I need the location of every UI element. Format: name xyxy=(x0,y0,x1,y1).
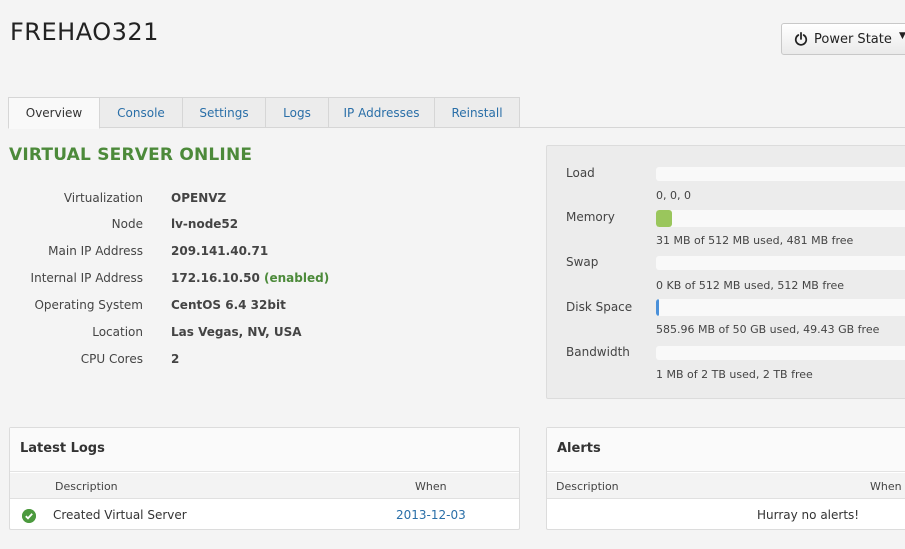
power-state-button[interactable]: Power State ▼ xyxy=(781,23,905,55)
info-row-node: Node lv-node52 xyxy=(0,217,520,237)
disk-text: 585.96 MB of 50 GB used, 49.43 GB free xyxy=(656,323,880,336)
swap-text: 0 KB of 512 MB used, 512 MB free xyxy=(656,279,845,292)
info-value: 172.16.10.50 (enabled) xyxy=(171,271,329,285)
resource-label-load: Load xyxy=(566,166,595,180)
alerts-title: Alerts xyxy=(547,428,905,472)
table-row: Created Virtual Server 2013-12-03 xyxy=(10,500,519,530)
info-label: Virtualization xyxy=(63,191,143,205)
info-label: Node xyxy=(111,217,143,231)
alerts-table-header: Description When xyxy=(547,473,905,499)
info-row-virtualization: Virtualization OPENVZ xyxy=(0,191,520,211)
info-value: Las Vegas, NV, USA xyxy=(171,325,302,339)
tab-settings[interactable]: Settings xyxy=(183,97,266,128)
power-icon xyxy=(794,32,808,46)
power-state-label: Power State xyxy=(814,31,892,47)
internal-ip-value: 172.16.10.50 xyxy=(171,271,260,285)
memory-text: 31 MB of 512 MB used, 481 MB free xyxy=(656,234,854,247)
caret-down-icon[interactable]: ▼ xyxy=(899,31,905,41)
bandwidth-text: 1 MB of 2 TB used, 2 TB free xyxy=(656,368,813,381)
swap-bar xyxy=(656,256,905,270)
info-label: Location xyxy=(92,325,143,339)
log-description: Created Virtual Server xyxy=(53,508,187,522)
tab-bar: Overview Console Settings Logs IP Addres… xyxy=(8,97,520,129)
bandwidth-bar xyxy=(656,346,905,360)
info-value: CentOS 6.4 32bit xyxy=(171,298,286,312)
info-row-location: Location Las Vegas, NV, USA xyxy=(0,325,520,345)
latest-logs-panel: Latest Logs Description When Created Vir… xyxy=(9,427,520,530)
info-row-internal-ip: Internal IP Address 172.16.10.50 (enable… xyxy=(0,271,520,291)
server-status: VIRTUAL SERVER ONLINE xyxy=(9,145,253,165)
resource-label-bandwidth: Bandwidth xyxy=(566,345,630,359)
info-label: Internal IP Address xyxy=(30,271,143,285)
column-when: When xyxy=(415,480,447,493)
logs-table-header: Description When xyxy=(10,473,519,499)
check-circle-icon xyxy=(22,509,36,523)
tab-console[interactable]: Console xyxy=(100,97,183,128)
info-label: Main IP Address xyxy=(48,244,143,258)
resource-label-swap: Swap xyxy=(566,255,599,269)
column-description: Description xyxy=(556,480,619,493)
tab-logs[interactable]: Logs xyxy=(266,97,329,128)
info-label: CPU Cores xyxy=(80,352,143,366)
internal-ip-status: (enabled) xyxy=(264,271,330,285)
memory-bar xyxy=(656,210,905,227)
info-value: 209.141.40.71 xyxy=(171,244,269,258)
memory-bar-fill xyxy=(656,210,673,227)
latest-logs-title: Latest Logs xyxy=(10,428,519,472)
table-row: Hurray no alerts! xyxy=(547,500,905,530)
disk-bar xyxy=(656,299,905,316)
info-value: lv-node52 xyxy=(171,217,239,231)
log-date-link[interactable]: 2013-12-03 xyxy=(396,508,466,522)
info-row-os: Operating System CentOS 6.4 32bit xyxy=(0,298,520,318)
column-when: When xyxy=(870,480,902,493)
resource-usage-panel: Load 0, 0, 0 Memory 31 MB of 512 MB used… xyxy=(546,145,905,399)
tab-ip-addresses[interactable]: IP Addresses xyxy=(329,97,435,128)
tab-overview[interactable]: Overview xyxy=(8,97,100,129)
load-bar xyxy=(656,167,905,181)
load-text: 0, 0, 0 xyxy=(656,189,691,202)
column-description: Description xyxy=(55,480,118,493)
info-value: 2 xyxy=(171,352,180,366)
resource-label-disk: Disk Space xyxy=(566,300,633,314)
info-value: OPENVZ xyxy=(171,191,227,205)
alerts-empty-message: Hurray no alerts! xyxy=(757,508,860,522)
info-row-main-ip: Main IP Address 209.141.40.71 xyxy=(0,244,520,264)
resource-label-memory: Memory xyxy=(566,210,615,224)
server-hostname: FREHAO321 xyxy=(10,18,159,46)
info-row-cpu-cores: CPU Cores 2 xyxy=(0,352,520,372)
tab-reinstall[interactable]: Reinstall xyxy=(435,97,520,128)
info-label: Operating System xyxy=(34,298,143,312)
disk-bar-fill xyxy=(656,299,660,316)
alerts-panel: Alerts Description When Hurray no alerts… xyxy=(546,427,905,530)
